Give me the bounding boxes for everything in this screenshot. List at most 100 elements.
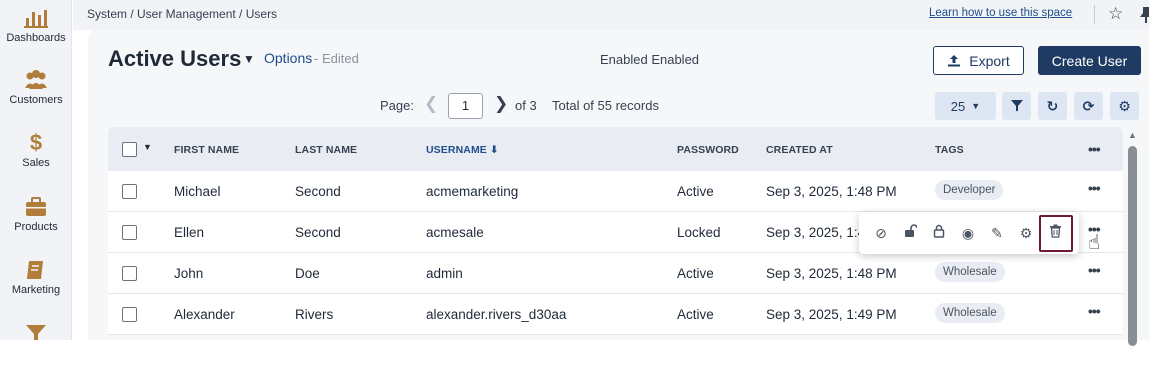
settings-button[interactable]: ⚙ <box>1110 92 1139 120</box>
funnel-icon <box>26 325 46 340</box>
created-at: Sep 3, 2025, 1:49 PM <box>766 307 897 322</box>
column-username[interactable]: USERNAME ⬇ <box>426 144 499 156</box>
password-status: Active <box>677 184 714 199</box>
caret-down-icon: ▼ <box>971 101 981 111</box>
scroll-thumb[interactable] <box>1128 146 1137 346</box>
first-name: Michael <box>174 184 221 199</box>
learn-link[interactable]: Learn how to use this space <box>929 7 1072 19</box>
nav-item-dashboards[interactable]: Dashboards <box>0 6 71 44</box>
gear-icon: ⚙ <box>1118 97 1131 114</box>
export-button[interactable]: Export <box>933 46 1024 75</box>
password-status: Locked <box>677 225 721 240</box>
records-count: Total of 55 records <box>552 98 659 113</box>
row-checkbox[interactable] <box>122 225 137 240</box>
sync-icon: ⟳ <box>1082 97 1095 114</box>
caret-down-icon[interactable]: ▼ <box>243 52 255 66</box>
username: admin <box>426 266 463 281</box>
select-all-checkbox[interactable] <box>122 142 137 157</box>
refresh-icon: ↻ <box>1046 97 1059 114</box>
column-last-name[interactable]: LAST NAME <box>295 144 357 156</box>
last-name: Rivers <box>295 307 334 322</box>
refresh-button[interactable]: ↻ <box>1038 92 1067 120</box>
nav-item-sales[interactable]: $ Sales <box>0 130 71 170</box>
edit-icon[interactable]: ✎ <box>987 223 1007 243</box>
username: acmesale <box>426 225 484 240</box>
briefcase-icon <box>26 197 46 216</box>
edited-label: - Edited <box>314 51 359 66</box>
more-icon[interactable]: ••• <box>1088 262 1101 278</box>
column-menu-icon[interactable]: ••• <box>1088 141 1101 157</box>
column-password[interactable]: PASSWORD <box>677 144 739 156</box>
last-name: Second <box>295 184 341 199</box>
pin-icon[interactable] <box>1139 6 1149 24</box>
page-number-input[interactable]: 1 <box>448 93 483 119</box>
upload-icon <box>948 54 961 66</box>
create-user-label: Create User <box>1051 52 1128 69</box>
dollar-icon: $ <box>29 130 43 155</box>
nav-item-customers[interactable]: Customers <box>0 68 71 106</box>
settings-icon[interactable]: ⚙ <box>1016 223 1036 243</box>
chevron-right-icon[interactable]: ❯ <box>494 94 508 114</box>
left-nav: Dashboards Customers $ Sales Products Ma… <box>0 0 72 340</box>
more-icon[interactable]: ••• <box>1088 303 1101 319</box>
tag-badge: Developer <box>935 180 1004 200</box>
top-bar: System / User Management / Users Learn h… <box>73 0 1149 30</box>
table-row[interactable]: John Doe admin Active Sep 3, 2025, 1:48 … <box>108 253 1123 294</box>
filter-icon <box>1010 100 1023 111</box>
chevron-left-icon[interactable]: ❮ <box>424 94 438 114</box>
delete-highlight <box>1039 215 1073 252</box>
created-at: Sep 3, 2025, 1:48 PM <box>766 184 897 199</box>
column-first-name[interactable]: FIRST NAME <box>174 144 239 156</box>
row-checkbox[interactable] <box>122 307 137 322</box>
enabled-text: Enabled Enabled <box>600 52 700 67</box>
sort-down-icon: ⬇ <box>489 144 499 156</box>
scrollbar[interactable]: ▲ <box>1126 130 1140 346</box>
first-name: Ellen <box>174 225 205 240</box>
created-at: Sep 3, 2025, 1:48 PM <box>766 266 897 281</box>
first-name: Alexander <box>174 307 235 322</box>
tag-badge: Wholesale <box>935 303 1005 323</box>
scroll-up-icon[interactable]: ▲ <box>1128 130 1137 140</box>
username: acmemarketing <box>426 184 519 199</box>
hand-cursor-icon: ☝ <box>1088 232 1101 254</box>
column-tags[interactable]: TAGS <box>935 144 964 156</box>
unlock-icon[interactable] <box>900 223 920 243</box>
nav-label: Customers <box>9 94 63 106</box>
nav-item-products[interactable]: Products <box>0 195 71 233</box>
column-username-label: USERNAME <box>426 144 487 156</box>
book-icon <box>27 261 43 279</box>
row-checkbox[interactable] <box>122 266 137 281</box>
column-created-at[interactable]: CREATED AT <box>766 144 833 156</box>
sync-button[interactable]: ⟳ <box>1074 92 1103 120</box>
row-checkbox[interactable] <box>122 184 137 199</box>
nav-label: Products <box>14 221 58 233</box>
page-size-select[interactable]: 25 ▼ <box>935 92 996 120</box>
row-actions-popup: ⊘ ◉ ✎ ⚙ <box>859 212 1079 254</box>
table-header: ▼ FIRST NAME LAST NAME USERNAME ⬇ PASSWO… <box>108 127 1123 171</box>
last-name: Second <box>295 225 341 240</box>
password-status: Active <box>677 266 714 281</box>
customers-icon <box>25 70 47 89</box>
more-icon[interactable]: ••• <box>1088 180 1101 196</box>
nav-label: Dashboards <box>6 32 66 44</box>
lock-icon[interactable] <box>929 223 949 243</box>
nav-item-marketing[interactable]: Marketing <box>0 258 71 296</box>
table-row[interactable]: Michael Second acmemarketing Active Sep … <box>108 171 1123 212</box>
tag-badge: Wholesale <box>935 262 1005 282</box>
star-icon[interactable]: ☆ <box>1108 4 1123 24</box>
created-at: Sep 3, 2025, 1:4 <box>766 225 866 240</box>
nav-label: Sales <box>22 157 50 169</box>
dashboards-icon <box>24 10 48 28</box>
view-icon[interactable]: ◉ <box>958 223 978 243</box>
disable-icon[interactable]: ⊘ <box>871 223 891 243</box>
main-panel: Active Users ▼ Options - Edited Enabled … <box>88 30 1149 340</box>
page-title: Active Users <box>108 46 242 71</box>
page-size-value: 25 <box>950 98 966 114</box>
last-name: Doe <box>295 266 320 281</box>
table-row[interactable]: Alexander Rivers alexander.rivers_d30aa … <box>108 294 1123 335</box>
options-link[interactable]: Options <box>264 50 312 66</box>
create-user-button[interactable]: Create User <box>1038 46 1141 75</box>
caret-down-icon[interactable]: ▼ <box>143 142 152 152</box>
filter-button[interactable] <box>1002 92 1031 120</box>
nav-item-filter[interactable] <box>0 322 71 340</box>
